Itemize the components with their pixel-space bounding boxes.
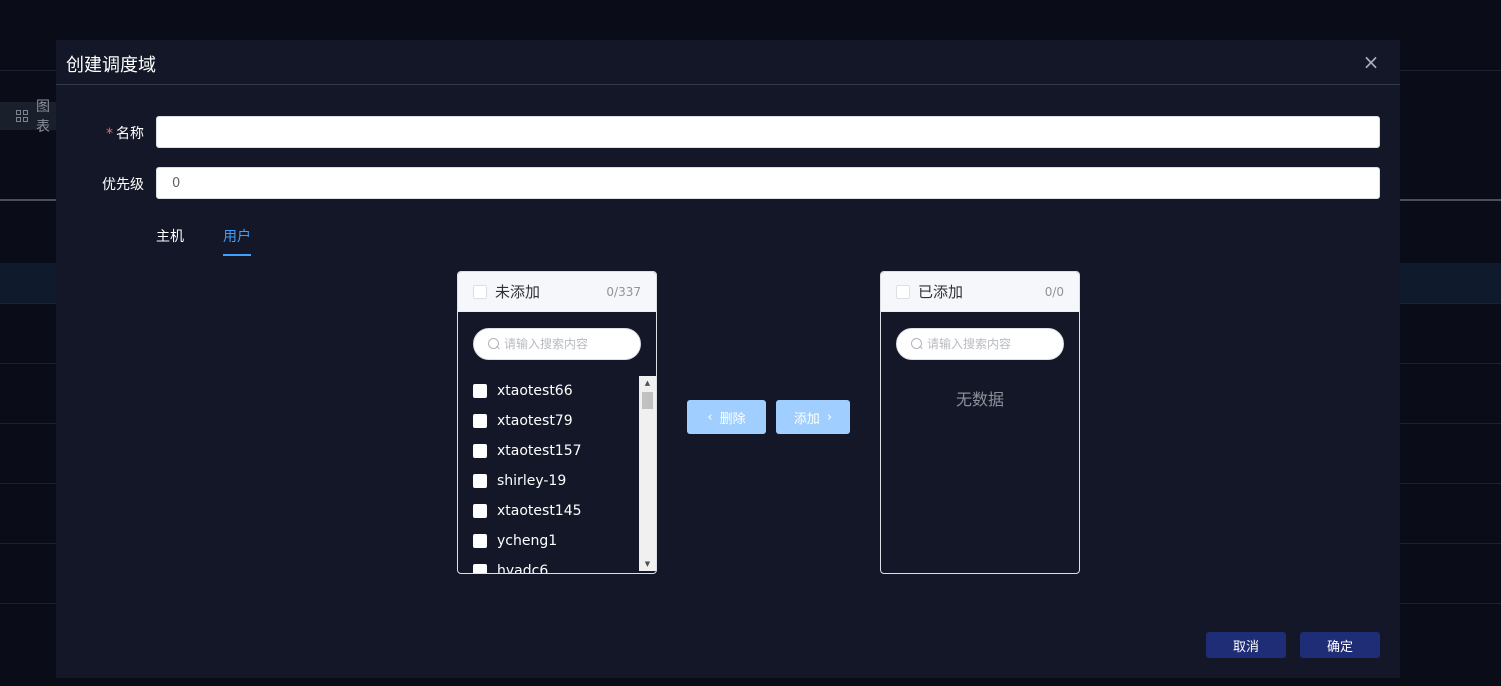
confirm-button[interactable]: 确定: [1300, 632, 1380, 658]
item-checkbox[interactable]: [473, 504, 487, 518]
name-form-row: * 名称: [56, 116, 1400, 148]
remove-button-label: 删除: [719, 411, 746, 427]
scroll-up-arrow-icon[interactable]: ▲: [639, 376, 656, 390]
add-button[interactable]: 添加 ›: [776, 400, 850, 434]
unadded-list: xtaotest66 xtaotest79 xtaotest157 shirle…: [458, 376, 640, 573]
remove-button[interactable]: ‹ 删除: [687, 400, 766, 434]
priority-input[interactable]: [156, 167, 1380, 199]
priority-form-row: 优先级: [56, 167, 1400, 199]
select-all-unadded-checkbox[interactable]: [473, 284, 487, 299]
item-checkbox[interactable]: [473, 474, 487, 488]
item-label: xtaotest66: [497, 383, 573, 399]
name-input[interactable]: [156, 116, 1380, 148]
list-item[interactable]: hyadc6: [458, 556, 640, 573]
required-asterisk: *: [106, 126, 113, 142]
item-checkbox[interactable]: [473, 384, 487, 398]
added-search-input[interactable]: [927, 337, 1057, 351]
list-item[interactable]: xtaotest157: [458, 436, 640, 466]
list-item[interactable]: xtaotest145: [458, 496, 640, 526]
tab-user[interactable]: 用户: [223, 226, 251, 258]
tab-host[interactable]: 主机: [156, 226, 184, 258]
background-breadcrumb: 图表: [0, 99, 60, 135]
unadded-search: [473, 328, 641, 360]
empty-state-text: 无数据: [955, 390, 1004, 409]
priority-label: 优先级: [102, 177, 144, 193]
name-label-text: 名称: [116, 126, 144, 142]
list-scrollbar[interactable]: ▲ ▼: [639, 376, 656, 571]
scrollbar-thumb[interactable]: [642, 392, 653, 409]
list-item[interactable]: ycheng1: [458, 526, 640, 556]
added-panel: 已添加 0/0 无数据: [880, 271, 1080, 574]
tab-bar: 主机 用户: [156, 226, 290, 258]
added-panel-title: 已添加: [918, 283, 964, 301]
unadded-panel-header: 未添加 0/337: [458, 272, 656, 312]
grid-icon: [16, 110, 28, 122]
chevron-left-icon: ‹: [707, 409, 713, 425]
item-checkbox[interactable]: [473, 534, 487, 548]
added-panel-header: 已添加 0/0: [881, 272, 1079, 312]
dialog-header: 创建调度域 ×: [56, 40, 1400, 85]
item-label: hyadc6: [497, 563, 549, 573]
added-count: 0/0: [1044, 284, 1064, 299]
added-search: [896, 328, 1064, 360]
list-item[interactable]: xtaotest66: [458, 376, 640, 406]
item-checkbox[interactable]: [473, 444, 487, 458]
list-item[interactable]: xtaotest79: [458, 406, 640, 436]
list-item[interactable]: shirley-19: [458, 466, 640, 496]
item-checkbox[interactable]: [473, 414, 487, 428]
unadded-search-input[interactable]: [504, 337, 634, 351]
search-icon: [911, 338, 923, 350]
unadded-count: 0/337: [606, 284, 641, 299]
cancel-button[interactable]: 取消: [1206, 632, 1286, 658]
close-icon[interactable]: ×: [1362, 52, 1380, 72]
item-checkbox[interactable]: [473, 564, 487, 573]
unadded-panel-title: 未添加: [495, 283, 541, 301]
item-label: xtaotest157: [497, 443, 582, 459]
dialog-title: 创建调度域: [66, 55, 156, 76]
select-all-added-checkbox[interactable]: [896, 284, 910, 299]
create-domain-dialog: 创建调度域 × *名称 优先级 主机 用户 未添加 0/337 xtaotest…: [56, 40, 1400, 678]
search-icon: [488, 338, 500, 350]
unadded-panel: 未添加 0/337 xtaotest66 xtaotest79 xtaotest…: [457, 271, 657, 574]
item-label: shirley-19: [497, 473, 567, 489]
item-label: xtaotest145: [497, 503, 582, 519]
name-label: * 名称: [106, 123, 144, 143]
scroll-down-arrow-icon[interactable]: ▼: [639, 557, 656, 571]
chevron-right-icon: ›: [826, 409, 833, 425]
add-button-label: 添加: [793, 411, 820, 427]
item-label: xtaotest79: [497, 413, 573, 429]
item-label: ycheng1: [497, 533, 558, 549]
